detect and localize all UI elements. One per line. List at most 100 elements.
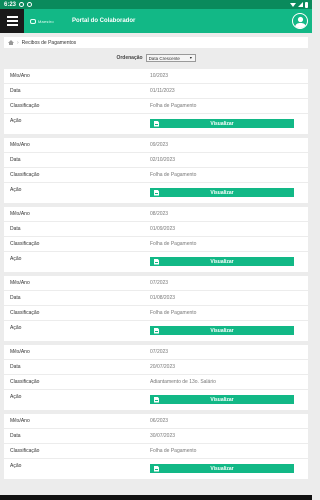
receipt-card: Mês/Ano 07/2023 Data 20/07/2023 Classifi…	[4, 345, 308, 410]
receipt-row-data: Data 30/07/2023	[4, 429, 308, 444]
field-label: Ação	[10, 394, 22, 400]
receipt-row-classificacao: Classificação Folha de Pagamento	[4, 306, 308, 321]
user-icon	[294, 16, 306, 28]
field-label: Classificação	[10, 448, 40, 454]
receipt-row-data: Data 01/08/2023	[4, 291, 308, 306]
receipt-row-classificacao: Classificação Folha de Pagamento	[4, 99, 308, 114]
breadcrumb: › Recibos de Pagamentos	[4, 37, 308, 48]
menu-button[interactable]	[0, 9, 24, 33]
document-icon	[154, 396, 159, 403]
view-receipt-button[interactable]: Visualizar	[150, 119, 294, 128]
view-button-label: Visualizar	[210, 396, 234, 403]
field-label: Classificação	[10, 172, 40, 178]
field-label: Mês/Ano	[10, 280, 30, 286]
view-receipt-button[interactable]: Visualizar	[150, 326, 294, 335]
receipt-row-acao: Ação Visualizar	[4, 252, 308, 272]
view-button-label: Visualizar	[210, 189, 234, 196]
receipt-card: Mês/Ano 09/2023 Data 02/10/2023 Classifi…	[4, 138, 308, 203]
receipt-row-acao: Ação Visualizar	[4, 183, 308, 203]
notification-icon	[27, 2, 33, 7]
receipt-row-mes-ano: Mês/Ano 07/2023	[4, 345, 308, 360]
field-value: 09/2023	[150, 142, 169, 148]
receipt-row-classificacao: Classificação Adiantamento de 13o. Salár…	[4, 375, 308, 390]
logo-text: Maestro	[38, 18, 54, 24]
field-label: Data	[10, 226, 21, 232]
receipt-row-acao: Ação Visualizar	[4, 321, 308, 341]
receipt-row-acao: Ação Visualizar	[4, 390, 308, 410]
view-receipt-button[interactable]: Visualizar	[150, 395, 294, 404]
receipt-row-acao: Ação Visualizar	[4, 459, 308, 479]
sort-selected-value: Data Crescente	[148, 55, 180, 61]
document-icon	[154, 465, 159, 472]
wifi-icon	[290, 3, 296, 7]
dropdown-arrow-icon: ▼	[189, 56, 193, 60]
receipt-row-classificacao: Classificação Folha de Pagamento	[4, 444, 308, 459]
field-label: Data	[10, 88, 21, 94]
view-receipt-button[interactable]: Visualizar	[150, 257, 294, 266]
status-time: 6:23	[4, 1, 17, 8]
view-receipt-button[interactable]: Visualizar	[150, 464, 294, 473]
receipt-row-mes-ano: Mês/Ano 09/2023	[4, 138, 308, 153]
receipt-row-data: Data 02/10/2023	[4, 153, 308, 168]
field-value: 01/09/2023	[150, 226, 176, 232]
sort-bar: Ordenação Data Crescente ▼	[0, 53, 312, 63]
receipt-card: Mês/Ano 08/2023 Data 01/09/2023 Classifi…	[4, 207, 308, 272]
battery-icon	[305, 1, 308, 8]
company-logo: Maestro	[30, 18, 66, 24]
app-title: Portal do Colaborador	[72, 18, 136, 24]
field-label: Ação	[10, 463, 22, 469]
field-value: 10/2023	[150, 73, 169, 79]
field-label: Data	[10, 295, 21, 301]
logo-icon	[30, 18, 36, 24]
field-label: Ação	[10, 118, 22, 124]
field-value: 20/07/2023	[150, 364, 176, 370]
field-label: Data	[10, 157, 21, 163]
field-value: Adiantamento de 13o. Salário	[150, 379, 216, 385]
sort-select[interactable]: Data Crescente ▼	[145, 54, 196, 62]
field-label: Data	[10, 433, 21, 439]
field-label: Classificação	[10, 310, 40, 316]
receipt-row-mes-ano: Mês/Ano 08/2023	[4, 207, 308, 222]
field-label: Data	[10, 364, 21, 370]
field-value: 07/2023	[150, 280, 169, 286]
receipt-row-data: Data 01/11/2023	[4, 84, 308, 99]
notification-icon	[19, 2, 25, 7]
receipt-row-classificacao: Classificação Folha de Pagamento	[4, 168, 308, 183]
field-label: Mês/Ano	[10, 418, 30, 424]
field-label: Ação	[10, 187, 22, 193]
field-value: Folha de Pagamento	[150, 172, 197, 178]
field-label: Mês/Ano	[10, 142, 30, 148]
receipt-row-data: Data 20/07/2023	[4, 360, 308, 375]
field-label: Mês/Ano	[10, 73, 30, 79]
receipt-card: Mês/Ano 06/2023 Data 30/07/2023 Classifi…	[4, 414, 308, 479]
receipts-list: Mês/Ano 10/2023 Data 01/11/2023 Classifi…	[4, 69, 308, 483]
field-label: Classificação	[10, 103, 40, 109]
breadcrumb-current: Recibos de Pagamentos	[21, 39, 77, 46]
receipt-row-data: Data 01/09/2023	[4, 222, 308, 237]
field-value: 02/10/2023	[150, 157, 176, 163]
user-avatar-button[interactable]	[292, 13, 308, 29]
field-value: Folha de Pagamento	[150, 241, 197, 247]
field-value: 30/07/2023	[150, 433, 176, 439]
receipt-row-acao: Ação Visualizar	[4, 114, 308, 134]
field-value: 01/08/2023	[150, 295, 176, 301]
view-button-label: Visualizar	[210, 327, 234, 334]
field-value: Folha de Pagamento	[150, 103, 197, 109]
field-value: 07/2023	[150, 349, 169, 355]
field-value: Folha de Pagamento	[150, 310, 197, 316]
field-label: Classificação	[10, 379, 40, 385]
field-label: Ação	[10, 256, 22, 262]
field-value: 06/2023	[150, 418, 169, 424]
field-value: 08/2023	[150, 211, 169, 217]
document-icon	[154, 327, 159, 334]
field-label: Ação	[10, 325, 22, 331]
field-value: Folha de Pagamento	[150, 448, 197, 454]
field-label: Mês/Ano	[10, 349, 30, 355]
receipt-row-mes-ano: Mês/Ano 10/2023	[4, 69, 308, 84]
home-icon[interactable]	[8, 40, 14, 45]
app-header: Maestro Portal do Colaborador	[0, 9, 312, 33]
signal-icon	[298, 2, 303, 7]
view-button-label: Visualizar	[210, 465, 234, 472]
view-receipt-button[interactable]: Visualizar	[150, 188, 294, 197]
view-button-label: Visualizar	[210, 120, 234, 127]
